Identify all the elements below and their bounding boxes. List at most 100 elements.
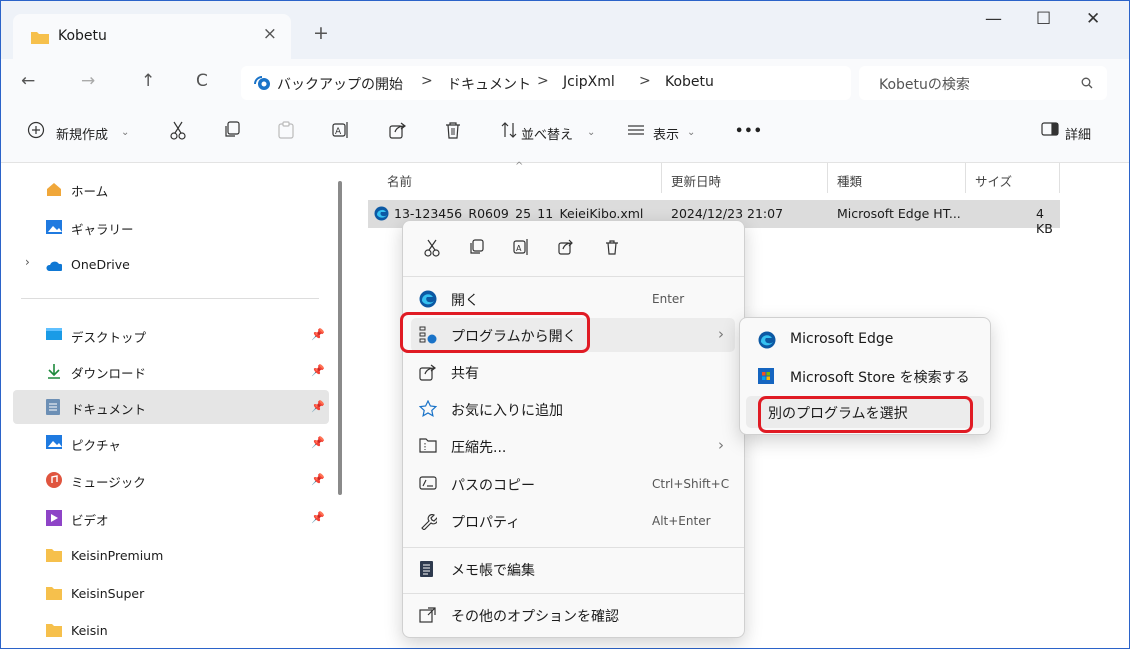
download-icon [48,364,60,379]
desktop-icon [46,328,62,340]
onedrive-icon [46,261,62,271]
paste-icon[interactable] [277,121,295,139]
sidebar-item-gallery[interactable]: ギャラリー [13,210,329,244]
sidebar-item-videos[interactable]: ビデオ 📌 [13,501,329,535]
sidebar-item-documents[interactable]: ドキュメント 📌 [13,390,329,424]
wrench-icon [421,513,437,530]
menu-item-label: メモ帳で編集 [451,563,535,579]
refresh-button[interactable]: C [196,71,208,91]
delete-icon[interactable] [604,239,620,255]
sidebar-item-pictures[interactable]: ピクチャ 📌 [13,426,329,460]
menu-item-compress[interactable]: 圧縮先... › [411,429,735,463]
menu-item-copy-path[interactable]: パスのコピー Ctrl+Shift+C [411,467,735,501]
column-divider[interactable] [965,163,966,193]
sidebar-item-keisin[interactable]: Keisin [13,614,329,648]
new-button[interactable]: 新規作成 [56,124,108,143]
maximize-button[interactable]: ☐ [1036,9,1051,29]
svg-text:A: A [335,127,342,137]
tab-close-button[interactable]: × [263,24,277,44]
gallery-icon [46,220,62,234]
address-bar[interactable]: バックアップの開始 > ドキュメント > JcipXml > Kobetu [241,66,851,100]
more-options-icon [419,607,436,623]
rename-icon[interactable]: A [332,121,350,139]
menu-item-add-favorite[interactable]: お気に入りに追加 [411,392,735,426]
sidebar-item-label: ビデオ [71,513,109,528]
share-icon[interactable] [558,239,574,255]
sidebar-item-desktop[interactable]: デスクトップ 📌 [13,318,329,352]
sort-button[interactable]: 並べ替え [521,124,573,143]
column-header-name[interactable]: 名前 [387,171,412,190]
edge-icon [758,331,776,349]
search-placeholder: Kobetuの検索 [879,77,970,93]
delete-icon[interactable] [444,121,462,139]
sidebar-item-label: ミュージック [71,475,146,490]
column-header-modified[interactable]: 更新日時 [671,171,721,190]
more-options-button[interactable]: ••• [735,124,763,139]
chevron-down-icon: ⌄ [587,127,596,138]
details-button[interactable]: 詳細 [1065,124,1091,143]
rename-icon[interactable]: A [513,239,529,255]
navigation-bar: ← → ↑ C バックアップの開始 > ドキュメント > JcipXml > K… [1,59,1129,106]
menu-item-share[interactable]: 共有 [411,355,735,389]
sort-icon [501,122,517,138]
sidebar-scrollbar[interactable] [338,181,342,495]
folder-icon [46,624,62,637]
breadcrumb-jcipxml[interactable]: JcipXml [563,74,615,90]
sidebar-item-music[interactable]: ミュージック 📌 [13,463,329,497]
sidebar-item-keisinsuper[interactable]: KeisinSuper [13,577,329,611]
sort-indicator-icon: ^ [515,161,524,172]
menu-item-label: プロパティ [451,515,521,531]
menu-item-edit-notepad[interactable]: メモ帳で編集 [411,552,735,586]
menu-item-label: 開く [451,293,479,309]
menu-item-open[interactable]: 開く Enter [411,282,735,316]
submenu-item-edge[interactable]: Microsoft Edge [746,324,984,356]
search-input[interactable]: Kobetuの検索 [859,66,1107,100]
submenu-arrow-icon: › [718,325,724,343]
new-tab-button[interactable]: + [313,22,329,44]
submenu-item-label: Microsoft Store を検索する [790,370,970,386]
backup-icon [254,76,270,90]
menu-shortcut: Ctrl+Shift+C [652,477,730,491]
share-icon[interactable] [389,121,407,139]
zip-folder-icon [419,438,437,453]
copy-icon[interactable] [469,239,485,255]
search-icon [1081,77,1093,89]
sidebar-item-home[interactable]: ホーム [13,172,329,206]
copy-icon[interactable] [223,121,241,139]
star-icon [419,400,437,417]
breadcrumb-kobetu[interactable]: Kobetu [665,74,714,90]
column-divider[interactable] [1059,163,1060,193]
store-icon [758,368,774,384]
sidebar-item-label: ダウンロード [71,366,147,381]
up-button[interactable]: ↑ [141,71,155,91]
view-button[interactable]: 表示 [653,124,679,143]
chevron-down-icon: ⌄ [121,127,130,138]
column-header-size[interactable]: サイズ [975,171,1012,190]
sidebar-item-keisinpremium[interactable]: KeisinPremium [13,539,329,573]
forward-button[interactable]: → [81,71,95,91]
back-button[interactable]: ← [21,71,35,91]
column-header-type[interactable]: 種類 [837,171,862,190]
cut-icon[interactable] [424,239,440,257]
column-divider[interactable] [661,163,662,193]
sidebar-item-label: ギャラリー [71,222,134,237]
folder-icon [31,32,49,44]
submenu-item-store[interactable]: Microsoft Store を検索する [746,360,984,392]
cut-icon[interactable] [169,121,187,141]
sidebar-item-onedrive[interactable]: OneDrive [13,248,329,282]
sidebar-item-label: OneDrive [71,257,130,272]
minimize-button[interactable]: — [985,9,1002,29]
sidebar-item-downloads[interactable]: ダウンロード 📌 [13,354,329,388]
menu-item-more-options[interactable]: その他のオプションを確認 [411,598,735,632]
tab-kobetu[interactable]: Kobetu × [13,14,291,59]
close-button[interactable]: ✕ [1086,9,1100,29]
file-size: 4 KB [1036,206,1053,236]
submenu-arrow-icon: › [718,436,724,454]
column-divider[interactable] [827,163,828,193]
file-type: Microsoft Edge HT... [837,206,961,221]
breadcrumb-documents[interactable]: ドキュメント [447,74,531,94]
breadcrumb-backup[interactable]: バックアップの開始 [277,74,403,94]
pictures-icon [46,435,62,449]
menu-item-label: 圧縮先... [451,440,507,456]
menu-item-properties[interactable]: プロパティ Alt+Enter [411,504,735,538]
